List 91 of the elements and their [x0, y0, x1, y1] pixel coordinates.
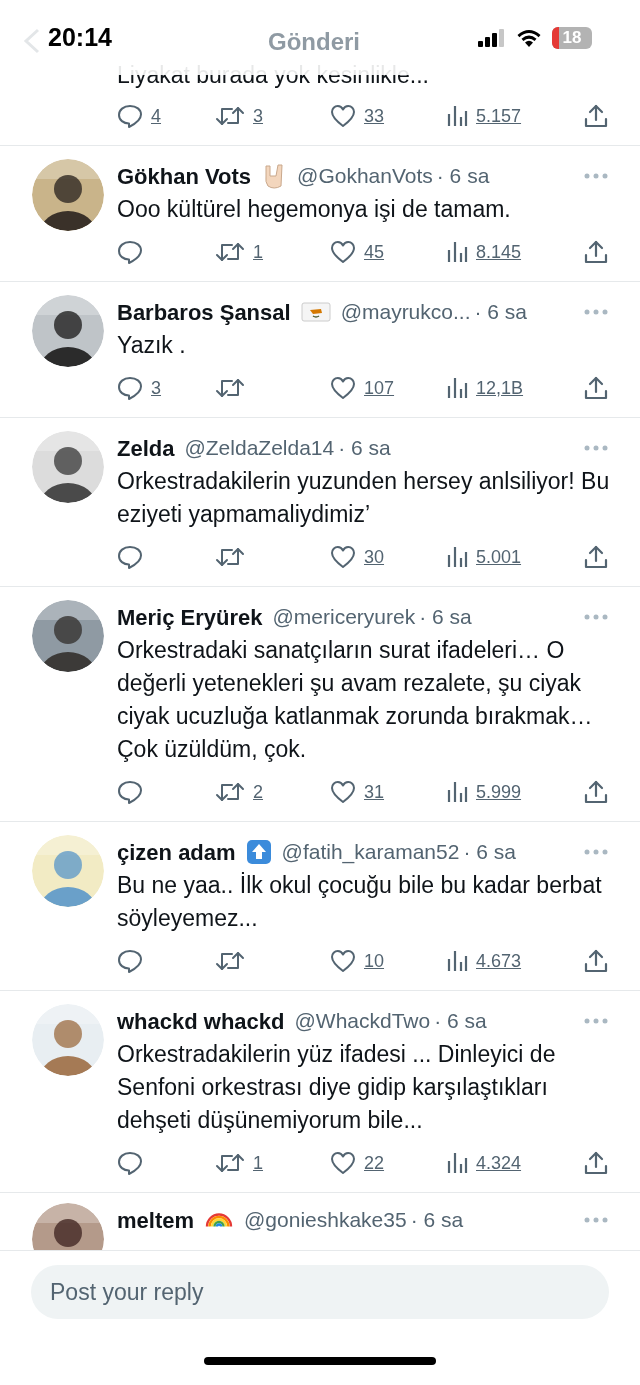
action-count: 33: [364, 104, 385, 128]
retweet-icon[interactable]: [215, 240, 245, 264]
user-name[interactable]: Gökhan Vots: [117, 159, 252, 193]
user-name[interactable]: Zelda: [117, 431, 175, 465]
post-text: Orkestradakilerin yüz ifadesi ... Dinleyici de Senfoni orkestrası diye gidip karşılaştıkları dehşeti düşünemiyorum bile...: [117, 1040, 557, 1135]
retweet-icon[interactable]: [215, 545, 245, 569]
heart-icon[interactable]: [330, 1151, 356, 1175]
post-time: · 6 sa: [410, 1207, 464, 1234]
action-count: 12,1B: [476, 376, 524, 400]
user-name[interactable]: Meriç Eryürek: [117, 600, 263, 634]
share-icon[interactable]: [584, 1151, 608, 1175]
share-icon[interactable]: [584, 376, 608, 400]
user-handle[interactable]: @GokhanVots: [297, 160, 433, 192]
reply-icon[interactable]: [117, 240, 143, 264]
post-text: Bu ne yaa.. İlk okul çocuğu bile bu kadar berbat söyleyemez...: [117, 871, 603, 933]
wifi-icon: [516, 28, 542, 47]
reply-icon[interactable]: [117, 376, 143, 400]
user-name[interactable]: çizen adam: [117, 835, 236, 869]
user-handle[interactable]: @ZeldaZelda14: [184, 432, 335, 464]
action-count: 4.324: [476, 1151, 522, 1175]
share-icon[interactable]: [584, 949, 608, 973]
views-icon[interactable]: [446, 240, 468, 264]
action-count: 1: [253, 1151, 263, 1175]
share-icon[interactable]: [584, 104, 608, 128]
retweet-icon[interactable]: [215, 1151, 245, 1175]
action-count: 1: [253, 240, 263, 264]
time: 20:14: [48, 21, 112, 53]
heart-icon[interactable]: [330, 240, 356, 264]
views-icon[interactable]: [446, 780, 468, 804]
share-icon[interactable]: [584, 545, 608, 569]
reply-icon[interactable]: [117, 545, 143, 569]
reply-icon[interactable]: [117, 949, 143, 973]
post-time: · 6 sa: [463, 839, 516, 866]
user-name[interactable]: Barbaros Şansal: [117, 295, 291, 329]
user-handle[interactable]: @WhackdTwo: [294, 1005, 431, 1037]
action-count: 3: [151, 376, 161, 400]
post-time: · 6 sa: [338, 435, 391, 462]
retweet-icon[interactable]: [215, 949, 245, 973]
post-time: · 6 sa: [474, 299, 528, 326]
heart-icon[interactable]: [330, 376, 356, 400]
heart-icon[interactable]: [330, 780, 356, 804]
reply-field[interactable]: Post your reply: [31, 1265, 609, 1319]
rainbow-icon: [204, 1213, 235, 1227]
post-text: Orkestradakilerin yuzunden hersey anlsiliyor! Bu eziyeti yapmamaliydimiz’: [117, 467, 611, 529]
action-count: 5.001: [476, 545, 522, 569]
user-name[interactable]: meltem: [117, 1203, 195, 1237]
action-count: 8.145: [476, 240, 522, 264]
post-time: · 6 sa: [419, 604, 472, 631]
post-time: · 6 sa: [436, 163, 490, 190]
action-count: 31: [364, 780, 385, 804]
views-icon[interactable]: [446, 949, 468, 973]
action-count: 30: [364, 545, 385, 569]
flag-icon: [300, 301, 331, 323]
user-handle[interactable]: @mericeryurek: [272, 601, 416, 633]
share-icon[interactable]: [584, 780, 608, 804]
post-time: · 6 sa: [434, 1008, 487, 1035]
post-text: Liyakat burada yok kesinlikle...: [117, 61, 430, 90]
reply-icon[interactable]: [117, 1151, 143, 1175]
retweet-icon[interactable]: [215, 376, 245, 400]
heart-icon[interactable]: [330, 949, 356, 973]
post-text: Ooo kültürel hegemonya işi de tamam.: [117, 195, 512, 224]
action-count: 5.999: [476, 780, 522, 804]
action-count: 10: [364, 949, 385, 973]
reply-icon[interactable]: [117, 780, 143, 804]
action-count: 3: [253, 104, 263, 128]
retweet-icon[interactable]: [215, 780, 245, 804]
action-count: 5.157: [476, 104, 522, 128]
post-text: Orkestradaki sanatçıların surat ifadeleri… O değerli yetenekleri şu avam rezalete, şu ciyak ciyak ucuzluğa katlanmak zorunda bırakmak… Çok üzüldüm, çok.: [117, 636, 594, 764]
action-count: 45: [364, 240, 385, 264]
views-icon[interactable]: [446, 545, 468, 569]
user-handle[interactable]: @gonieshkake35: [244, 1204, 407, 1236]
user-handle[interactable]: @fatih_karaman52: [281, 836, 460, 868]
reply-icon[interactable]: [117, 104, 143, 128]
retweet-icon[interactable]: [215, 104, 245, 128]
views-icon[interactable]: [446, 104, 468, 128]
signal-icon: [478, 28, 506, 47]
heart-icon[interactable]: [330, 104, 356, 128]
action-count: 2: [253, 780, 263, 804]
share-icon[interactable]: [584, 240, 608, 264]
action-count: 4: [151, 104, 161, 128]
heart-icon[interactable]: [330, 545, 356, 569]
page-title: Gönderi: [268, 27, 360, 57]
action-count: 107: [364, 376, 395, 400]
post-text: Yazık .: [117, 331, 187, 360]
action-count: 22: [364, 1151, 385, 1175]
action-count: 4.673: [476, 949, 522, 973]
battery: 18: [552, 26, 592, 49]
user-handle[interactable]: @mayrukco...: [340, 296, 471, 328]
user-name[interactable]: whackd whackd: [117, 1004, 285, 1038]
views-icon[interactable]: [446, 1151, 468, 1175]
views-icon[interactable]: [446, 376, 468, 400]
